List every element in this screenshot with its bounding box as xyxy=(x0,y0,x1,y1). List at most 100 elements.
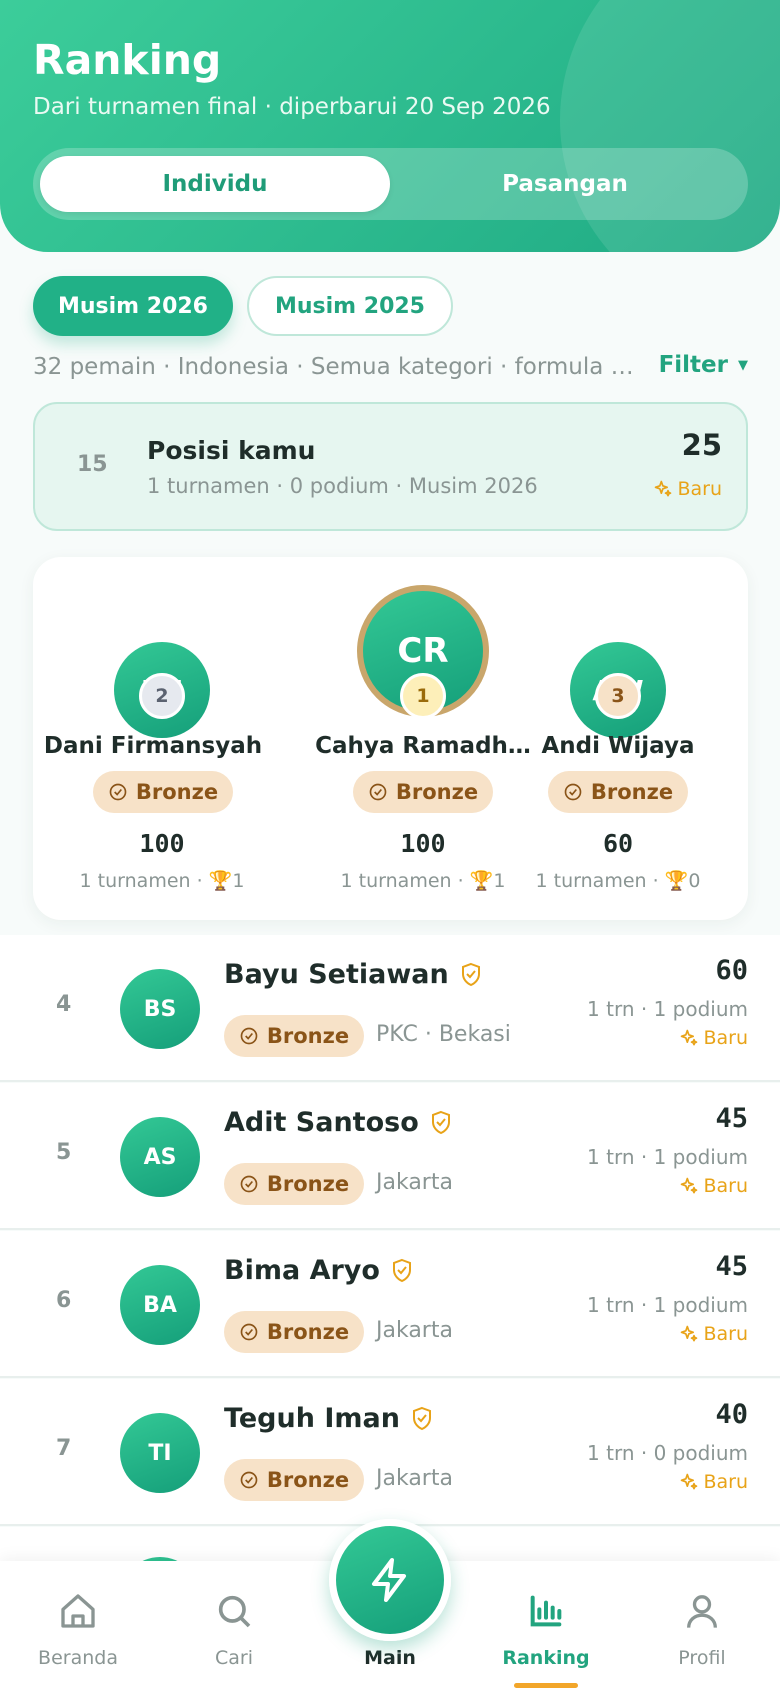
nav-cari[interactable]: Cari xyxy=(156,1561,312,1688)
my-position-stats: 1 turnamen · 0 podium · Musim 2026 xyxy=(147,474,538,498)
new-badge: Baru xyxy=(653,478,722,500)
my-position-label: Posisi kamu xyxy=(147,436,316,465)
tier-label: Bronze xyxy=(266,1320,350,1344)
nav-beranda[interactable]: Beranda xyxy=(0,1561,156,1688)
check-circle-icon xyxy=(109,783,127,801)
player-name-wrap: Bima Aryo xyxy=(224,1255,414,1286)
check-circle-icon xyxy=(369,783,387,801)
trophy-icon: 🏆 xyxy=(208,870,233,892)
tier-badge: Bronze xyxy=(224,1311,364,1353)
avatar: BA xyxy=(120,1265,200,1345)
check-circle-icon xyxy=(240,1027,258,1045)
nav-label: Beranda xyxy=(38,1647,118,1669)
new-badge-label: Baru xyxy=(703,1471,748,1493)
nav-label: Profil xyxy=(678,1647,726,1669)
player-name: Dani Firmansyah xyxy=(43,733,263,759)
active-tab-indicator xyxy=(514,1683,578,1688)
new-badge: Baru xyxy=(679,1323,748,1345)
rank-medal: 2 xyxy=(139,673,185,719)
avatar: BS xyxy=(120,969,200,1049)
table-row[interactable]: 6 BA Bima Aryo Bronze Jakarta 45 1 trn ·… xyxy=(0,1231,780,1378)
new-badge-label: Baru xyxy=(703,1175,748,1197)
player-name: Bima Aryo xyxy=(224,1255,380,1286)
home-icon xyxy=(61,1594,95,1628)
nav-profil[interactable]: Profil xyxy=(624,1561,780,1688)
nav-ranking[interactable]: Ranking xyxy=(468,1561,624,1688)
new-badge-label: Baru xyxy=(677,478,722,500)
podium-third[interactable]: AW 3 Andi Wijaya Bronze 60 1 turnamen · … xyxy=(503,557,733,920)
sparkle-icon xyxy=(681,1029,698,1046)
player-stats: 1 trn · 1 podium xyxy=(587,997,748,1021)
avatar: TI xyxy=(120,1413,200,1493)
new-badge: Baru xyxy=(679,1027,748,1049)
new-badge-label: Baru xyxy=(703,1027,748,1049)
tier-label: Bronze xyxy=(266,1468,350,1492)
list-meta: 32 pemain · Indonesia · Semua kategori ·… xyxy=(33,352,748,388)
podium-second[interactable]: DF 2 Dani Firmansyah Bronze 100 1 turnam… xyxy=(33,557,263,920)
season-chip-2025[interactable]: Musim 2025 xyxy=(247,276,453,336)
player-score: 60 xyxy=(602,829,634,858)
tier-label: Bronze xyxy=(135,780,219,804)
ranking-type-toggle: Individu Pasangan xyxy=(33,148,748,220)
table-row[interactable]: 5 AS Adit Santoso Bronze Jakarta 45 1 tr… xyxy=(0,1083,780,1230)
tier-badge: Bronze xyxy=(93,771,233,813)
user-icon xyxy=(687,1595,717,1628)
new-badge: Baru xyxy=(679,1471,748,1493)
page-title: Ranking xyxy=(33,36,222,84)
player-score: 100 xyxy=(139,829,185,858)
nav-label: Ranking xyxy=(502,1647,590,1669)
player-location: Jakarta xyxy=(376,1318,453,1343)
check-circle-icon xyxy=(564,783,582,801)
tab-pasangan[interactable]: Pasangan xyxy=(390,156,740,212)
tournament-count: 1 turnamen xyxy=(535,870,647,892)
tab-individu[interactable]: Individu xyxy=(40,156,390,212)
filter-button[interactable]: Filter ▼ xyxy=(659,352,748,378)
header: Ranking Dari turnamen final · diperbarui… xyxy=(0,0,780,252)
my-position-card[interactable]: 15 Posisi kamu 1 turnamen · 0 podium · M… xyxy=(33,402,748,531)
my-rank: 15 xyxy=(77,452,108,477)
sparkle-icon xyxy=(655,480,672,497)
trophy-icon: 🏆 xyxy=(664,870,689,892)
player-score: 40 xyxy=(715,1399,748,1430)
table-row[interactable]: 4 BS Bayu Setiawan Bronze PKC · Bekasi 6… xyxy=(0,935,780,1082)
tier-badge: Bronze xyxy=(548,771,688,813)
podium-first[interactable]: CR 1 Cahya Ramadh… Bronze 100 1 turnamen… xyxy=(275,557,531,920)
tournament-count: 1 turnamen xyxy=(79,870,191,892)
player-stats: 1 trn · 1 podium xyxy=(587,1293,748,1317)
player-stats: 1 trn · 1 podium xyxy=(587,1145,748,1169)
rank-medal: 1 xyxy=(400,673,446,719)
player-name-wrap: Adit Santoso xyxy=(224,1107,453,1138)
page-subtitle: Dari turnamen final · diperbarui 20 Sep … xyxy=(33,94,551,120)
main-play-button[interactable] xyxy=(329,1519,451,1641)
tier-label: Bronze xyxy=(266,1172,350,1196)
nav-label: Cari xyxy=(215,1647,253,1669)
check-circle-icon xyxy=(240,1175,258,1193)
row-rank: 5 xyxy=(56,1140,72,1165)
tier-badge: Bronze xyxy=(224,1163,364,1205)
player-stats: 1 turnamen · 🏆1 xyxy=(79,870,245,892)
player-name-wrap: Bayu Setiawan xyxy=(224,959,483,990)
tier-label: Bronze xyxy=(590,780,674,804)
list-summary: 32 pemain · Indonesia · Semua kategori ·… xyxy=(33,354,634,380)
sparkle-icon xyxy=(681,1325,698,1342)
rank-medal: 3 xyxy=(595,673,641,719)
tier-badge: Bronze xyxy=(224,1459,364,1501)
tier-label: Bronze xyxy=(266,1024,350,1048)
verified-shield-icon xyxy=(431,1110,450,1134)
verified-shield-icon xyxy=(392,1258,411,1282)
tier-label: Bronze xyxy=(395,780,479,804)
tier-badge: Bronze xyxy=(353,771,493,813)
sparkle-icon xyxy=(681,1177,698,1194)
player-location: Jakarta xyxy=(376,1170,453,1195)
player-score: 45 xyxy=(715,1103,748,1134)
bar-chart-icon xyxy=(530,1595,562,1627)
search-icon xyxy=(218,1595,251,1628)
player-name: Teguh Iman xyxy=(224,1403,400,1434)
season-chip-2026[interactable]: Musim 2026 xyxy=(33,276,233,336)
nav-label: Main xyxy=(364,1647,416,1669)
verified-shield-icon xyxy=(412,1406,431,1430)
filter-label: Filter xyxy=(658,352,728,378)
trophy-icon: 🏆 xyxy=(469,870,494,892)
table-row[interactable]: 7 TI Teguh Iman Bronze Jakarta 40 1 trn … xyxy=(0,1379,780,1526)
tournament-count: 1 turnamen xyxy=(340,870,452,892)
